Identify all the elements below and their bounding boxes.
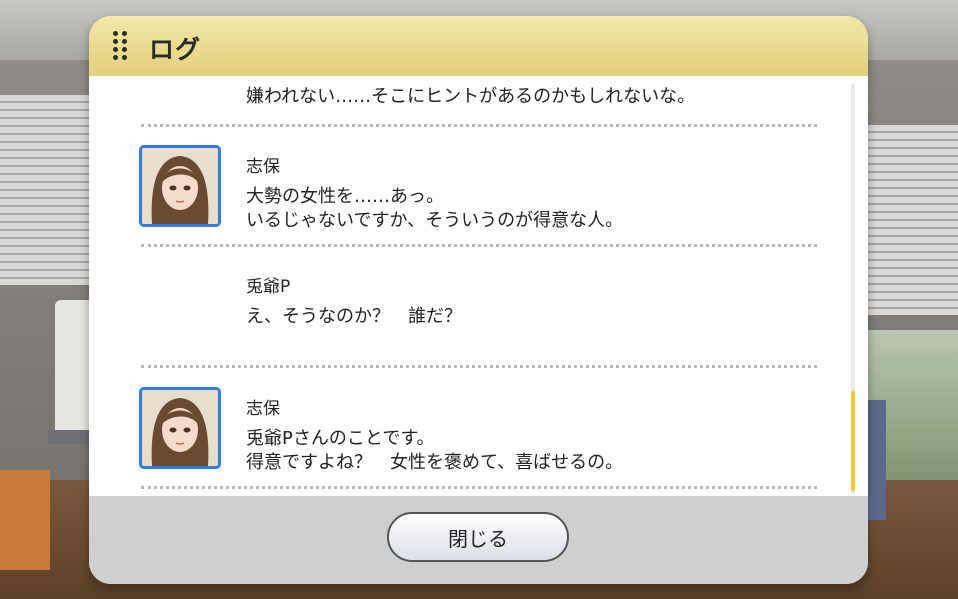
close-button[interactable]: 閉じる bbox=[387, 512, 569, 562]
speaker-name: 志保 bbox=[246, 157, 280, 177]
log-title: ログ bbox=[149, 35, 202, 64]
log-divider bbox=[141, 124, 817, 127]
window-blind-left bbox=[0, 95, 90, 285]
log-line: 兎爺Pさんのことです。 bbox=[246, 428, 435, 449]
speaker-name: 志保 bbox=[246, 399, 280, 419]
speaker-name: 兎爺P bbox=[246, 277, 291, 297]
log-header[interactable]: ログ bbox=[89, 16, 868, 76]
log-line: 嫌われない……そこにヒントがあるのかもしれないな。 bbox=[246, 86, 696, 107]
window-blind-right bbox=[866, 125, 958, 315]
log-divider bbox=[141, 244, 817, 247]
log-line: 得意ですよね？ 女性を褒めて、喜ばせるの。 bbox=[246, 452, 624, 473]
log-line: え、そうなのか？ 誰だ？ bbox=[246, 306, 462, 327]
side-table bbox=[48, 430, 93, 444]
chair bbox=[868, 400, 886, 520]
log-line: 大勢の女性を……あっ。 bbox=[246, 186, 444, 207]
log-list[interactable]: 嫌われない……そこにヒントがあるのかもしれないな。 志保 大勢の女性を……あっ。… bbox=[89, 76, 868, 496]
log-divider bbox=[141, 365, 817, 368]
log-divider bbox=[141, 486, 817, 489]
log-panel: ログ 嫌われない……そこにヒントがあるのかもしれないな。 志保 大勢の女性を……… bbox=[89, 16, 868, 584]
log-footer: 閉じる bbox=[89, 496, 868, 584]
drag-grip-icon[interactable] bbox=[113, 31, 127, 61]
recycling-bin bbox=[0, 470, 50, 570]
scrollbar-thumb[interactable] bbox=[851, 391, 855, 491]
log-line: いるじゃないですか、そういうのが得意な人。 bbox=[246, 210, 624, 231]
shiho-avatar bbox=[139, 387, 221, 469]
shiho-avatar bbox=[139, 145, 221, 227]
